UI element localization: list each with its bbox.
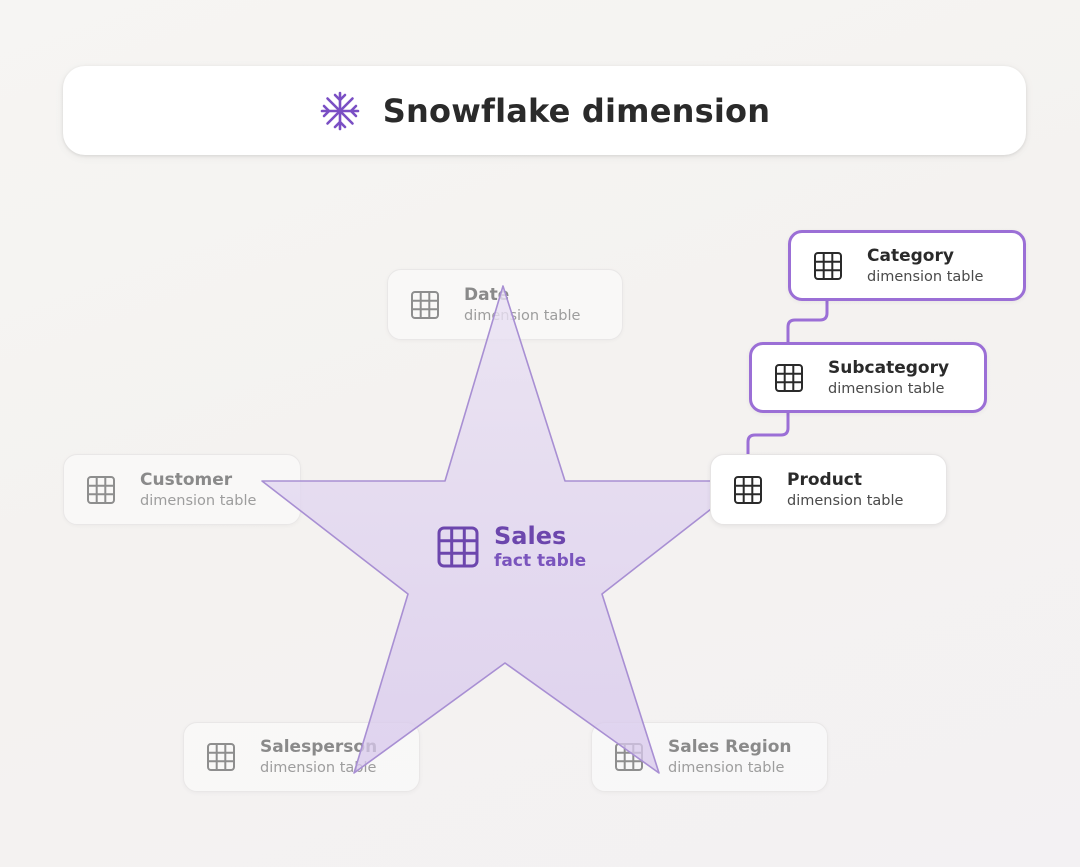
card-title: Product — [787, 469, 862, 490]
connector-subcategory-product — [746, 412, 790, 456]
card-subtitle: dimension table — [867, 268, 984, 285]
card-title: Category — [867, 245, 954, 266]
table-icon — [774, 363, 804, 393]
card-subtitle: dimension table — [828, 380, 945, 397]
dimension-card-subcategory[interactable]: Subcategory dimension table — [749, 342, 987, 413]
table-icon — [436, 525, 480, 569]
table-icon — [813, 251, 843, 281]
card-subtitle: dimension table — [787, 492, 904, 509]
fact-table-sales[interactable]: Sales fact table — [436, 522, 586, 572]
table-icon — [733, 475, 763, 505]
fact-title: Sales — [494, 522, 567, 550]
dimension-card-category[interactable]: Category dimension table — [788, 230, 1026, 301]
fact-subtitle: fact table — [494, 551, 587, 571]
star-schema-diagram — [261, 285, 829, 774]
connector-category-subcategory — [786, 300, 829, 343]
card-title: Subcategory — [828, 357, 950, 378]
dimension-card-product[interactable]: Product dimension table — [710, 454, 947, 525]
